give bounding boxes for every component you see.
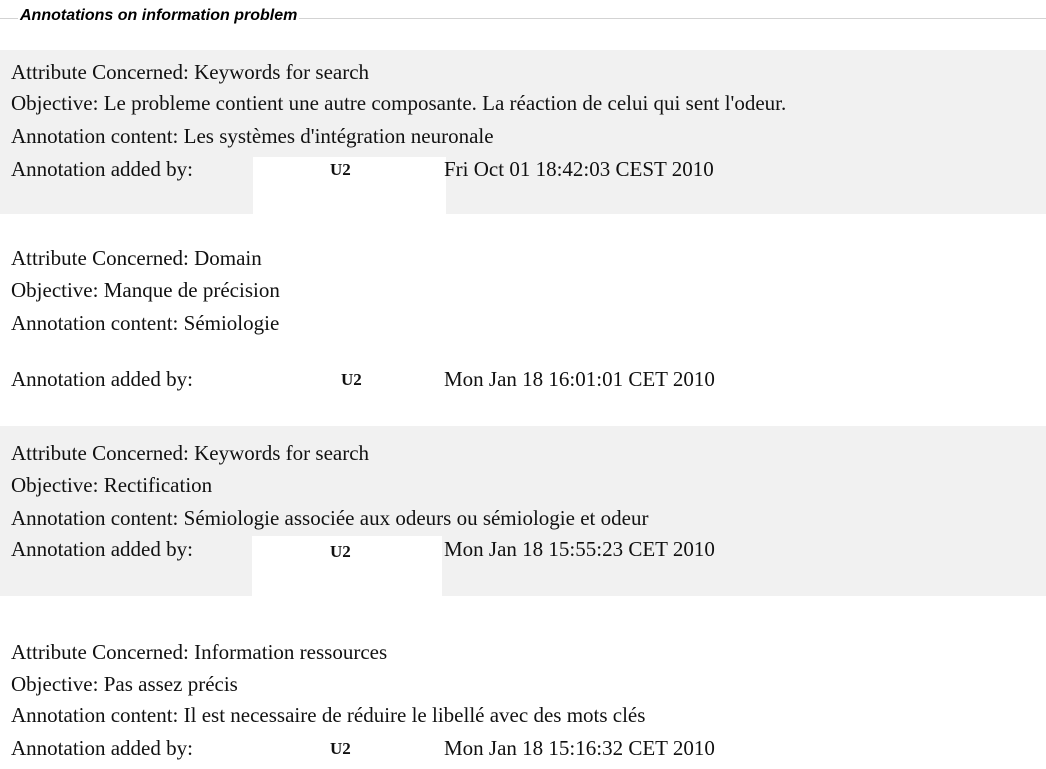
annotation-date: Mon Jan 18 15:55:23 CET 2010 xyxy=(444,537,715,561)
added-by-label: Annotation added by: xyxy=(11,367,193,391)
annotation-date: Fri Oct 01 18:42:03 CEST 2010 xyxy=(444,157,714,181)
annotation-user: U2 xyxy=(330,739,351,758)
attribute-concerned: Attribute Concerned: Information ressour… xyxy=(11,640,388,664)
attribute-concerned: Attribute Concerned: Keywords for search xyxy=(11,441,370,465)
annotation-objective: Objective: Manque de précision xyxy=(11,278,280,302)
annotation-user: U2 xyxy=(330,160,351,179)
annotation-user: U2 xyxy=(341,370,362,389)
added-by-label: Annotation added by: xyxy=(11,736,193,760)
annotation-date: Mon Jan 18 16:01:01 CET 2010 xyxy=(444,367,715,391)
annotation-objective: Objective: Rectification xyxy=(11,473,213,497)
annotation-item: Attribute Concerned: Information ressour… xyxy=(0,620,1046,769)
annotation-date: Mon Jan 18 15:16:32 CET 2010 xyxy=(444,736,715,760)
annotation-item: Attribute Concerned: Keywords for search… xyxy=(0,426,1046,596)
annotation-item: Attribute Concerned: Domain Objective: M… xyxy=(0,240,1046,410)
attribute-concerned: Attribute Concerned: Keywords for search xyxy=(11,60,370,84)
annotation-content: Annotation content: Sémiologie associée … xyxy=(11,506,649,530)
annotation-content: Annotation content: Il est necessaire de… xyxy=(11,703,646,727)
section-title: Annotations on information problem xyxy=(18,6,300,26)
annotation-objective: Objective: Pas assez précis xyxy=(11,672,238,696)
annotation-item: Attribute Concerned: Keywords for search… xyxy=(0,50,1046,214)
added-by-label: Annotation added by: xyxy=(11,157,193,181)
annotation-user: U2 xyxy=(330,542,351,561)
annotation-objective: Objective: Le probleme contient une autr… xyxy=(11,91,787,115)
attribute-concerned: Attribute Concerned: Domain xyxy=(11,246,262,270)
annotation-content: Annotation content: Sémiologie xyxy=(11,311,280,335)
added-by-label: Annotation added by: xyxy=(11,537,193,561)
annotation-content: Annotation content: Les systèmes d'intég… xyxy=(11,124,494,148)
